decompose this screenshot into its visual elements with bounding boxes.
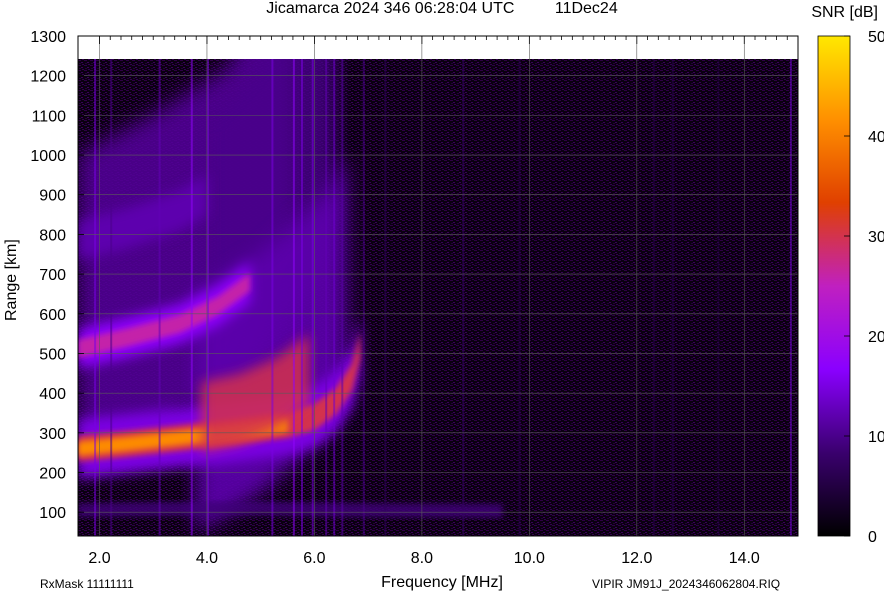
interference-line bbox=[110, 59, 113, 536]
interference-line bbox=[158, 59, 161, 536]
interference-line bbox=[717, 59, 720, 536]
x-tick-label: 12.0 bbox=[621, 550, 652, 567]
interference-line bbox=[94, 59, 97, 536]
y-tick-label: 900 bbox=[39, 188, 66, 205]
y-tick-label: 200 bbox=[39, 466, 66, 483]
x-tick-label: 14.0 bbox=[729, 550, 760, 567]
interference-line bbox=[789, 59, 792, 536]
plot-top-blank bbox=[78, 36, 798, 59]
interference-line bbox=[301, 59, 303, 536]
interference-line bbox=[341, 59, 344, 536]
y-tick-label: 500 bbox=[39, 346, 66, 363]
interference-line bbox=[325, 59, 328, 536]
interference-line bbox=[671, 59, 674, 536]
y-tick-label: 100 bbox=[39, 505, 66, 522]
x-tick-label: 8.0 bbox=[411, 550, 433, 567]
interference-line bbox=[292, 59, 295, 536]
x-tick-label: 4.0 bbox=[196, 550, 218, 567]
y-tick-label: 300 bbox=[39, 426, 66, 443]
y-tick-label: 1000 bbox=[30, 148, 66, 165]
x-tick-label: 10.0 bbox=[514, 550, 545, 567]
interference-line bbox=[190, 59, 193, 536]
x-tick-label: 2.0 bbox=[88, 550, 110, 567]
trace-e-layer bbox=[78, 501, 503, 518]
y-tick-label: 1200 bbox=[30, 69, 66, 86]
colorbar-tick-label: 50 bbox=[868, 29, 884, 46]
interference-line bbox=[271, 59, 274, 536]
x-tick-label: 6.0 bbox=[303, 550, 325, 567]
y-tick-label: 400 bbox=[39, 386, 66, 403]
colorbar-tick-label: 40 bbox=[868, 129, 884, 146]
y-tick-label: 1100 bbox=[32, 108, 67, 125]
y-axis-ticks: 100 200 300 400 500 600 700 800 900 1000 1100 1200 1… bbox=[30, 29, 84, 522]
colorbar-tick-label: 30 bbox=[868, 229, 884, 246]
colorbar-tick-label: 10 bbox=[868, 429, 884, 446]
colorbar-tick-label: 20 bbox=[868, 329, 884, 346]
interference-line bbox=[207, 59, 209, 536]
interference-line bbox=[333, 59, 336, 536]
ionogram-chart: 2.0 4.0 6.0 8.0 10.0 12.0 14.0 100200300400500… bbox=[30, 29, 884, 567]
interference-line bbox=[311, 59, 314, 536]
interference-line bbox=[384, 59, 387, 536]
y-tick-label: 1300 bbox=[30, 29, 66, 46]
y-tick-label: 700 bbox=[39, 267, 66, 284]
colorbar-tick-label: 0 bbox=[868, 529, 877, 546]
y-tick-label: 800 bbox=[39, 227, 66, 244]
y-tick-label: 600 bbox=[39, 307, 66, 324]
colorbar-gradient bbox=[817, 35, 851, 537]
colorbar: 0 10 20 30 40 50 bbox=[817, 29, 884, 546]
interference-line bbox=[362, 59, 365, 536]
interference-line bbox=[518, 59, 521, 536]
interference-line bbox=[462, 59, 465, 536]
interference-line bbox=[652, 59, 655, 536]
